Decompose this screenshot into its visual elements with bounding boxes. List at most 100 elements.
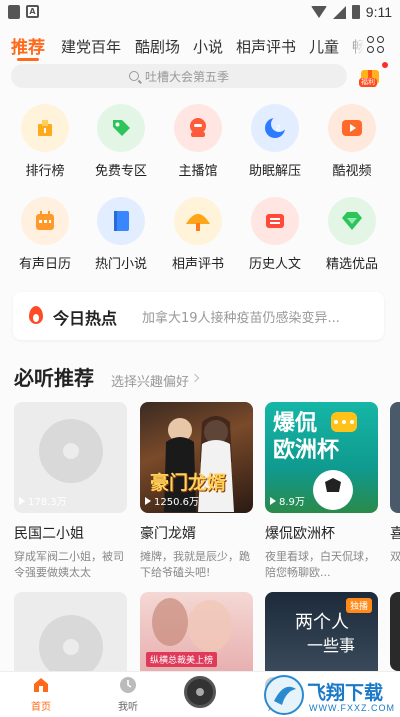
home-icon bbox=[32, 676, 50, 694]
category-crosstalk[interactable]: 相声评书 bbox=[159, 197, 237, 272]
hot-title: 今日热点 bbox=[53, 309, 118, 328]
category-ranking[interactable]: 排行榜 bbox=[6, 104, 84, 179]
category-label: 历史人文 bbox=[248, 257, 301, 272]
search-placeholder: 吐槽大会第五季 bbox=[144, 69, 229, 84]
diamond-icon bbox=[328, 197, 376, 245]
album-card[interactable]: 爆侃 欧洲杯 8.9万 爆侃欧洲杯 夜里看球，白天侃球，陪您畅聊欧... bbox=[265, 402, 378, 581]
album-card-partial[interactable] bbox=[390, 592, 400, 671]
video-icon bbox=[328, 104, 376, 152]
clock-icon bbox=[119, 676, 137, 694]
disc-placeholder-icon bbox=[38, 418, 103, 483]
all-categories-icon[interactable] bbox=[367, 36, 385, 54]
watermark-text: 飞翔下载 bbox=[307, 682, 384, 704]
category-premium[interactable]: 精选优品 bbox=[313, 197, 391, 272]
cover-tag: 纵横总裁美上榜 bbox=[146, 652, 218, 667]
hot-headline[interactable]: 加拿大19人接种疫苗仍感染变异... bbox=[142, 307, 352, 326]
category-label: 免费专区 bbox=[94, 164, 147, 179]
album-title: 民国二小姐 bbox=[14, 526, 84, 542]
album-card[interactable]: 178.3万 民国二小姐 穿成军阀二小姐，被司令强要做姨太太 bbox=[14, 402, 127, 581]
calendar-icon bbox=[21, 197, 69, 245]
notification-dot bbox=[382, 62, 388, 68]
today-hot-bar[interactable]: 今日热点 加拿大19人接种疫苗仍感染变异... bbox=[13, 292, 384, 340]
player-disc-icon[interactable] bbox=[184, 676, 216, 708]
category-anchor[interactable]: 主播馆 bbox=[159, 104, 237, 179]
album-desc: 双 bbox=[390, 550, 400, 563]
nav-label: 我听 bbox=[118, 702, 138, 713]
album-cover: 豪门龙婿 1250.6万 bbox=[140, 402, 253, 513]
play-count-value: 1250.6万 bbox=[154, 497, 199, 508]
album-desc: 摊牌，我就是辰少，跪下给爷磕头吧! bbox=[140, 550, 250, 579]
interest-preference-link[interactable]: 选择兴趣偏好 bbox=[111, 371, 189, 390]
album-cover: 独播 两个人 一些事 bbox=[265, 592, 378, 671]
exclusive-badge: 独播 bbox=[345, 598, 372, 613]
album-desc: 夜里看球，白天侃球，陪您畅聊欧... bbox=[265, 550, 375, 579]
search-bar[interactable]: 吐槽大会第五季 bbox=[11, 64, 347, 88]
chevron-right-icon bbox=[190, 373, 200, 383]
tab-children[interactable]: 儿童 bbox=[309, 36, 339, 57]
tab-drama[interactable]: 酷剧场 bbox=[135, 36, 180, 57]
category-label: 助眠解压 bbox=[248, 164, 301, 179]
category-label: 相声评书 bbox=[171, 257, 224, 272]
album-cover bbox=[390, 592, 400, 671]
fan-icon bbox=[174, 197, 222, 245]
tab-crosstalk[interactable]: 相声评书 bbox=[236, 36, 296, 57]
play-count: 178.3万 bbox=[19, 493, 67, 508]
nav-home[interactable]: 首页 bbox=[11, 676, 71, 713]
album-card[interactable]: 纵横总裁美上榜 bbox=[140, 592, 253, 671]
tab-fade bbox=[340, 28, 364, 62]
album-card[interactable]: 独播 两个人 一些事 bbox=[265, 592, 378, 671]
wifi-icon bbox=[310, 6, 327, 18]
play-icon bbox=[270, 496, 276, 505]
album-cover: 爆侃 欧洲杯 8.9万 bbox=[265, 402, 378, 513]
album-card[interactable]: 豪门龙婿 1250.6万 豪门龙婿 摊牌，我就是辰少，跪下给爷磕头吧! bbox=[140, 402, 253, 581]
play-count-value: 178.3万 bbox=[28, 497, 67, 508]
history-icon bbox=[251, 197, 299, 245]
signal-icon bbox=[332, 5, 346, 19]
svg-text:z: z bbox=[276, 123, 280, 132]
album-cover: 纵横总裁美上榜 bbox=[140, 592, 253, 671]
status-time: 9:11 bbox=[365, 4, 392, 20]
category-label: 酷视频 bbox=[332, 164, 372, 179]
tab-novel[interactable]: 小说 bbox=[193, 36, 223, 57]
category-free[interactable]: 免费专区 bbox=[82, 104, 160, 179]
nav-label: 首页 bbox=[31, 702, 51, 713]
trophy-icon bbox=[21, 104, 69, 152]
search-icon bbox=[128, 71, 139, 81]
tag-icon bbox=[97, 104, 145, 152]
flame-icon bbox=[29, 306, 43, 324]
album-card-partial[interactable]: 喜 双 bbox=[390, 402, 400, 581]
play-count: 8.9万 bbox=[270, 493, 305, 508]
status-bar: A 9:11 bbox=[0, 0, 400, 26]
album-title: 喜 bbox=[390, 526, 400, 542]
cover-title-line-2: 一些事 bbox=[307, 636, 356, 655]
disc-placeholder-icon bbox=[38, 615, 103, 671]
cover-title: 豪门龙婿 bbox=[150, 472, 227, 494]
category-sleep[interactable]: z 助眠解压 bbox=[236, 104, 314, 179]
watermark-logo: 飞翔下载 WWW.FXXZ.COM bbox=[262, 675, 400, 717]
category-calendar[interactable]: 有声日历 bbox=[6, 197, 84, 272]
tab-party-centenary[interactable]: 建党百年 bbox=[61, 36, 121, 57]
category-label: 精选优品 bbox=[325, 257, 378, 272]
album-cover: 178.3万 bbox=[14, 402, 127, 513]
gift-label: 福利 bbox=[359, 78, 377, 87]
moon-icon: z bbox=[251, 104, 299, 152]
play-icon bbox=[145, 496, 151, 505]
category-history[interactable]: 历史人文 bbox=[236, 197, 314, 272]
category-hot-novel[interactable]: 热门小说 bbox=[82, 197, 160, 272]
album-card[interactable] bbox=[14, 592, 127, 671]
category-label: 热门小说 bbox=[94, 257, 147, 272]
cover-title-line-1: 两个人 bbox=[295, 612, 349, 633]
welfare-gift-icon[interactable]: 福利 bbox=[358, 64, 384, 88]
anchor-icon bbox=[174, 104, 222, 152]
nav-listening[interactable]: 我听 bbox=[98, 676, 158, 713]
album-cover bbox=[14, 592, 127, 671]
play-icon bbox=[19, 496, 25, 505]
play-count-value: 8.9万 bbox=[279, 497, 305, 508]
notification-icon bbox=[8, 5, 20, 19]
active-tab-indicator bbox=[17, 58, 39, 61]
category-label: 有声日历 bbox=[18, 257, 71, 272]
album-desc: 穿成军阀二小姐，被司令强要做姨太太 bbox=[14, 550, 124, 579]
category-video[interactable]: 酷视频 bbox=[313, 104, 391, 179]
book-icon bbox=[97, 197, 145, 245]
tab-recommend[interactable]: 推荐 bbox=[11, 33, 45, 58]
